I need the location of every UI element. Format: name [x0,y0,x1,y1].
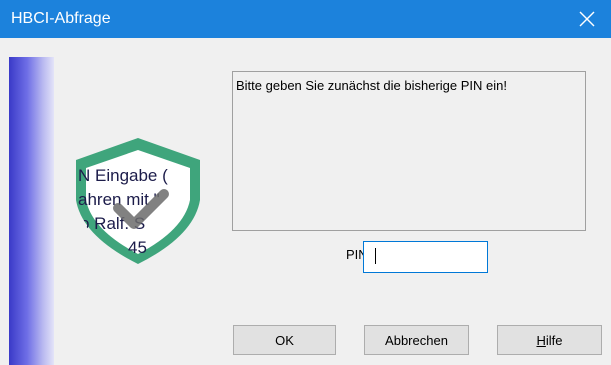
shield-check-icon: N Eingabe ( ahren mit " o Ralf. S 45 [70,136,206,266]
close-icon [579,11,595,27]
dialog-content: N Eingabe ( ahren mit " o Ralf. S 45 Bit… [0,38,611,365]
text-caret [375,248,376,264]
left-border [0,38,9,365]
ok-button[interactable]: OK [233,325,336,355]
cancel-button-label: Abbrechen [385,332,448,348]
help-label-rest: ilfe [545,332,563,348]
close-button[interactable] [563,0,611,38]
cancel-button[interactable]: Abbrechen [364,325,469,355]
check-mark-icon [113,189,169,229]
message-text: Bitte geben Sie zunächst die bisherige P… [236,78,508,93]
dialog-window: HBCI-Abfrage N Eingabe ( ahren mit " o R… [0,0,611,365]
pin-input[interactable] [363,241,488,273]
title-bar[interactable]: HBCI-Abfrage [0,0,611,38]
message-box: Bitte geben Sie zunächst die bisherige P… [232,71,586,231]
gradient-banner [9,57,54,365]
window-title: HBCI-Abfrage [11,10,111,27]
help-mnemonic: H [536,332,546,348]
ok-button-label: OK [275,332,294,348]
help-button[interactable]: Hilfe [497,325,602,355]
help-button-label: Hilfe [536,333,562,348]
